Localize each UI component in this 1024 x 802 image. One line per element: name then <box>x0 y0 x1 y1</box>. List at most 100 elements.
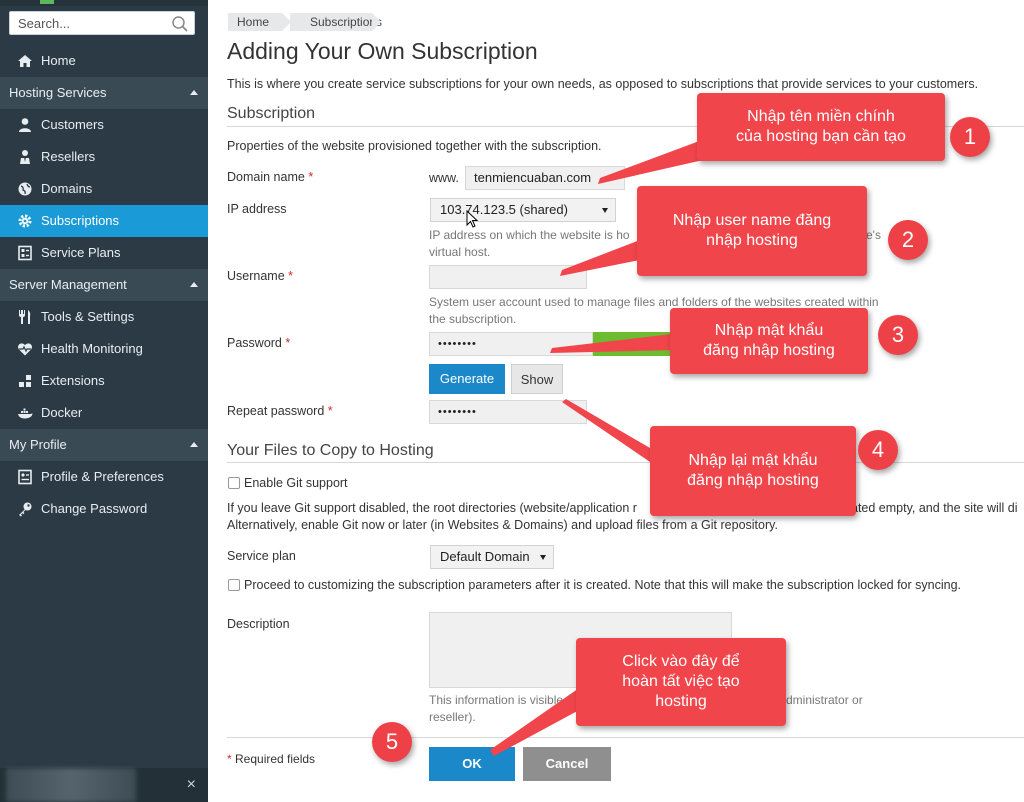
section-divider <box>227 462 1024 463</box>
git-note-line-1-tail: ated empty, and the site will di <box>851 501 1018 515</box>
password-label: Password * <box>227 336 291 350</box>
section-description: Properties of the website provisioned to… <box>227 139 602 153</box>
callout-number-badge: 3 <box>878 315 918 355</box>
collapse-caret-icon[interactable] <box>190 90 198 95</box>
section-heading-files: Your Files to Copy to Hosting <box>227 442 434 459</box>
collapse-caret-icon[interactable] <box>190 442 198 447</box>
sidebar-item-label: Change Password <box>41 501 148 516</box>
required-mark: * <box>285 336 291 350</box>
sidebar-item-label: Customers <box>41 117 104 132</box>
page-intro: This is where you create service subscri… <box>227 77 979 91</box>
profile-card-icon <box>18 469 32 485</box>
sidebar-group-server-management[interactable]: Server Management <box>0 269 208 301</box>
show-button[interactable]: Show <box>511 364 563 394</box>
service-plan-select[interactable]: Default Domain <box>430 545 554 569</box>
sidebar-item-tools-settings[interactable]: Tools & Settings <box>0 301 208 333</box>
sidebar-item-label: Extensions <box>41 373 105 388</box>
sidebar-footer: × <box>0 768 208 802</box>
service-plan-value: Default Domain <box>440 549 530 564</box>
sidebar-top-strip <box>0 0 208 6</box>
callout-5: Click vào đây để hoàn tất việc tạo hosting <box>576 638 786 726</box>
password-input[interactable]: •••••••• <box>429 332 593 356</box>
ip-address-hint: IP address on which the website is ho vir… <box>429 228 630 259</box>
collapse-caret-icon[interactable] <box>190 282 198 287</box>
sidebar-item-change-password[interactable]: Change Password <box>0 493 208 525</box>
enable-git-checkbox[interactable] <box>228 477 240 489</box>
callout-3: Nhập mật khẩu đăng nhập hosting <box>670 308 868 374</box>
docker-icon <box>18 408 33 419</box>
password-strength-bar <box>593 332 671 356</box>
www-prefix: www. <box>429 171 459 185</box>
sidebar-item-profile-preferences[interactable]: Profile & Preferences <box>0 461 208 493</box>
sidebar-item-extensions[interactable]: Extensions <box>0 365 208 397</box>
sidebar-item-customers[interactable]: Customers <box>0 109 208 141</box>
search-box[interactable] <box>9 11 195 35</box>
sidebar-item-label: Service Plans <box>41 245 121 260</box>
breadcrumb-home[interactable]: Home <box>228 13 291 31</box>
cancel-button[interactable]: Cancel <box>523 747 611 781</box>
sidebar-item-home[interactable]: Home <box>0 45 208 77</box>
sidebar-item-domains[interactable]: Domains <box>0 173 208 205</box>
callout-1: Nhập tên miền chính của hosting bạn cần t… <box>697 93 945 161</box>
callout-number-badge: 4 <box>858 430 898 470</box>
generate-button[interactable]: Generate <box>429 364 505 394</box>
callout-number-badge: 1 <box>950 117 990 157</box>
sidebar-item-label: Tools & Settings <box>41 309 135 324</box>
sidebar-item-label: Domains <box>41 181 93 196</box>
callout-number-badge: 5 <box>372 722 412 762</box>
user-icon <box>19 118 31 132</box>
close-icon[interactable]: × <box>187 776 196 794</box>
sidebar-item-label: Health Monitoring <box>41 341 143 356</box>
page-title: Adding Your Own Subscription <box>227 38 538 64</box>
breadcrumb-subscriptions[interactable]: Subscriptions <box>290 13 382 31</box>
sidebar-group-hosting-services[interactable]: Hosting Services <box>0 77 208 109</box>
sidebar-item-label: Home <box>41 53 76 68</box>
ip-address-value: 103.74.123.5 (shared) <box>440 202 568 217</box>
git-note-line-2: Alternatively, enable Git now or later (… <box>227 518 778 532</box>
domain-name-input[interactable]: tenmiencuaban.com <box>465 166 625 190</box>
service-plan-label: Service plan <box>227 549 296 563</box>
sidebar-item-label: Resellers <box>41 149 96 164</box>
search-input[interactable] <box>10 12 170 34</box>
sidebar-item-health-monitoring[interactable]: Health Monitoring <box>0 333 208 365</box>
globe-icon <box>18 182 32 196</box>
username-label: Username * <box>227 269 294 283</box>
sidebar-item-label: Docker <box>41 405 83 420</box>
sidebar-item-resellers[interactable]: Resellers <box>0 141 208 173</box>
home-icon <box>18 55 32 67</box>
repeat-password-input[interactable]: •••••••• <box>429 400 587 424</box>
sidebar-item-service-plans[interactable]: Service Plans <box>0 237 208 269</box>
proceed-customizing-label: Proceed to customizing the subscription … <box>244 578 961 592</box>
dropdown-arrow-icon <box>602 208 608 213</box>
dropdown-arrow-icon <box>540 555 546 560</box>
description-hint-tail: dministrator or <box>786 693 863 707</box>
ip-address-hint-tail: e's <box>866 228 881 242</box>
ip-address-select[interactable]: 103.74.123.5 (shared) <box>430 198 616 222</box>
sidebar-item-subscriptions[interactable]: Subscriptions <box>0 205 208 237</box>
search-icon[interactable] <box>171 15 189 33</box>
sidebar-group-label: Server Management <box>9 277 127 292</box>
required-fields-note: * Required fields <box>227 752 316 766</box>
sidebar-group-label: Hosting Services <box>9 85 107 100</box>
repeat-password-label: Repeat password * <box>227 404 333 418</box>
sidebar-item-label: Subscriptions <box>41 213 120 228</box>
sidebar-item-docker[interactable]: Docker <box>0 397 208 429</box>
username-input[interactable] <box>429 265 587 289</box>
ok-button[interactable]: OK <box>429 747 515 781</box>
callout-4: Nhập lại mật khẩu đăng nhập hosting <box>650 426 856 516</box>
proceed-customizing-checkbox[interactable] <box>228 579 240 591</box>
description-label: Description <box>227 617 290 631</box>
blurred-user-info <box>6 768 136 802</box>
sidebar-group-my-profile[interactable]: My Profile <box>0 429 208 461</box>
gear-icon <box>18 214 32 228</box>
git-note-line-1: If you leave Git support disabled, the r… <box>227 501 637 515</box>
key-icon <box>19 502 32 517</box>
domain-name-label: Domain name * <box>227 170 314 184</box>
section-heading-subscription: Subscription <box>227 105 316 122</box>
required-mark: * <box>327 404 333 418</box>
heart-pulse-icon <box>18 343 32 356</box>
ip-address-label: IP address <box>227 202 287 216</box>
footer-divider <box>227 737 1024 738</box>
tools-icon <box>19 310 31 324</box>
callout-2: Nhập user name đăng nhập hosting <box>637 186 867 276</box>
